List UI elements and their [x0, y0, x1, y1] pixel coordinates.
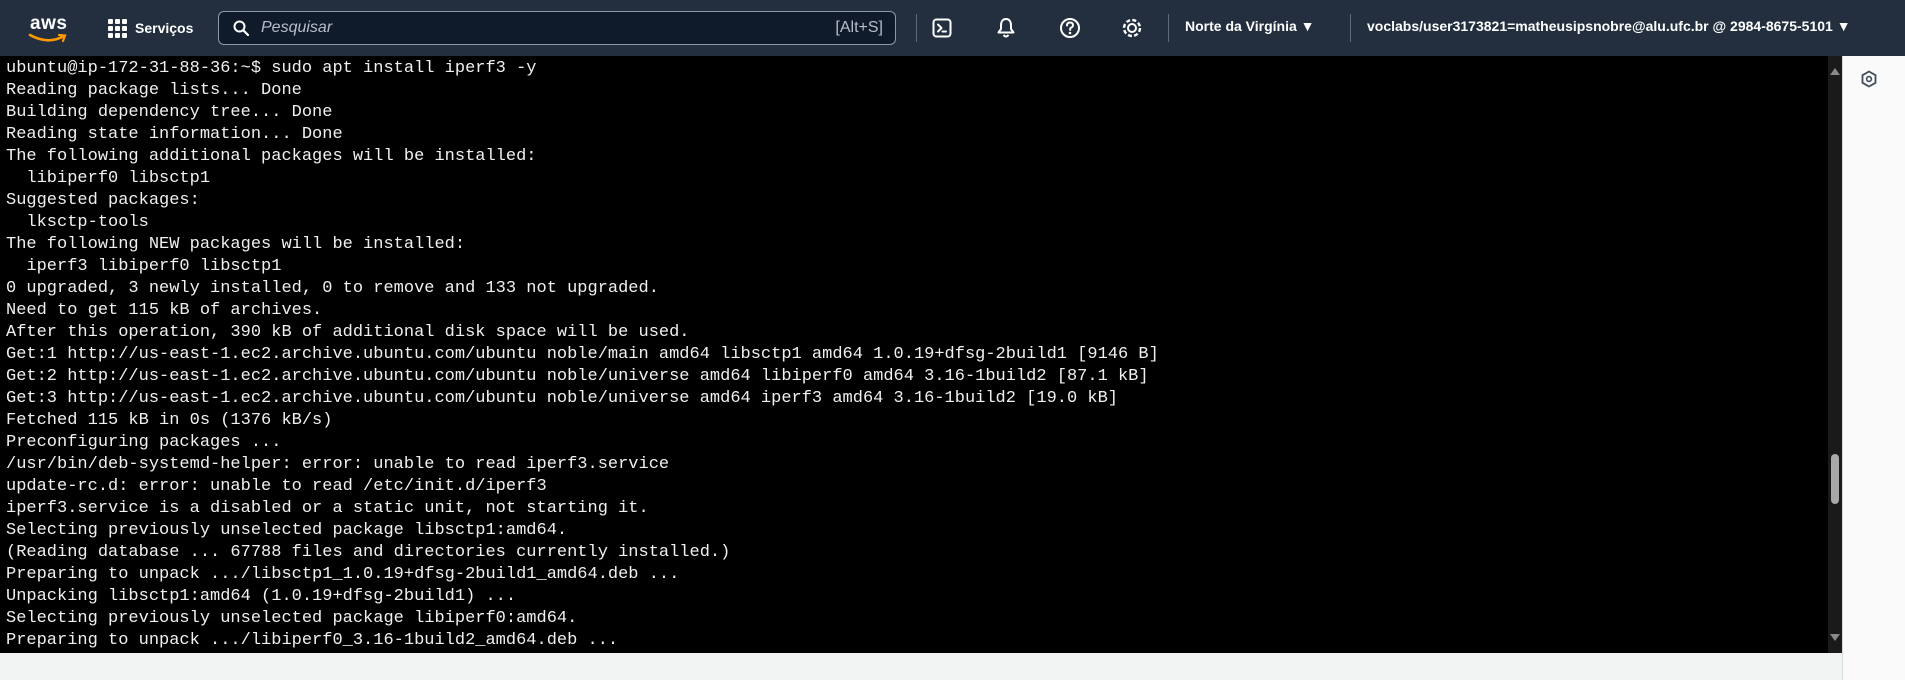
region-selector[interactable]: Norte da Virgínia ▼	[1185, 18, 1315, 34]
terminal-line: /usr/bin/deb-systemd-helper: error: unab…	[6, 455, 670, 474]
side-panel	[1842, 56, 1905, 680]
terminal-line: update-rc.d: error: unable to read /etc/…	[6, 477, 547, 496]
terminal-line: Get:2 http://us-east-1.ec2.archive.ubunt…	[6, 367, 1149, 386]
search-icon	[233, 20, 249, 36]
terminal-line: iperf3.service is a disabled or a static…	[6, 499, 649, 518]
terminal-line: lksctp-tools	[26, 213, 149, 232]
terminal-line: Preparing to unpack .../libsctp1_1.0.19+…	[6, 565, 680, 584]
terminal-line: Unpacking libsctp1:amd64 (1.0.19+dfsg-2b…	[6, 587, 517, 606]
nav-divider	[916, 14, 917, 42]
scrollbar-thumb[interactable]	[1831, 453, 1839, 504]
nav-divider	[1168, 14, 1169, 42]
top-navigation-bar: aws Serviços [Alt+S]	[0, 0, 1905, 56]
search-bar[interactable]: [Alt+S]	[218, 11, 896, 45]
terminal-line: ubuntu@ip-172-31-88-36:~$ sudo apt insta…	[6, 59, 537, 78]
terminal-line: Preconfiguring packages ...	[6, 433, 282, 452]
bell-icon[interactable]	[992, 14, 1020, 42]
services-menu-button[interactable]: Serviços	[108, 14, 193, 42]
help-icon[interactable]	[1056, 14, 1084, 42]
account-menu[interactable]: voclabs/user3173821=matheusipsnobre@alu.…	[1367, 18, 1851, 34]
terminal-line: Get:3 http://us-east-1.ec2.archive.ubunt…	[6, 389, 1118, 408]
terminal-line: libiperf0 libsctp1	[26, 169, 211, 188]
scroll-down-icon[interactable]	[1830, 634, 1840, 641]
search-shortcut-hint: [Alt+S]	[835, 19, 883, 36]
terminal-line: Preparing to unpack .../libiperf0_3.16-1…	[6, 631, 619, 650]
nav-divider	[1350, 14, 1351, 42]
terminal-line: Selecting previously unselected package …	[6, 521, 568, 540]
terminal-line: 0 upgraded, 3 newly installed, 0 to remo…	[6, 279, 659, 298]
terminal-scrollbar[interactable]	[1828, 56, 1842, 653]
terminal-line: Building dependency tree... Done	[6, 103, 333, 122]
terminal-line: Selecting previously unselected package …	[6, 609, 578, 628]
hexagon-settings-icon[interactable]	[1860, 70, 1878, 88]
cloudshell-icon[interactable]	[928, 14, 956, 42]
terminal-window[interactable]: ubuntu@ip-172-31-88-36:~$ sudo apt insta…	[0, 56, 1842, 653]
terminal-line: The following additional packages will b…	[6, 147, 537, 166]
bottom-strip	[0, 653, 1842, 680]
aws-logo[interactable]: aws	[24, 11, 74, 45]
terminal-line: After this operation, 390 kB of addition…	[6, 323, 690, 342]
scroll-up-icon[interactable]	[1830, 68, 1840, 75]
aws-logo-text: aws	[30, 13, 68, 34]
terminal-line: Get:1 http://us-east-1.ec2.archive.ubunt…	[6, 345, 1159, 364]
terminal-line: Fetched 115 kB in 0s (1376 kB/s)	[6, 411, 333, 430]
terminal-line: The following NEW packages will be insta…	[6, 235, 466, 254]
terminal-line: Suggested packages:	[6, 191, 200, 210]
terminal-line: Reading state information... Done	[6, 125, 343, 144]
terminal-output: ubuntu@ip-172-31-88-36:~$ sudo apt insta…	[6, 58, 1159, 652]
terminal-line: Reading package lists... Done	[6, 81, 302, 100]
terminal-line: (Reading database ... 67788 files and di…	[6, 543, 731, 562]
grid-menu-icon	[108, 18, 127, 38]
aws-smile-icon	[28, 33, 67, 43]
services-label: Serviços	[135, 20, 194, 36]
terminal-line: Need to get 115 kB of archives.	[6, 301, 323, 320]
search-input[interactable]	[259, 18, 836, 38]
terminal-line: iperf3 libiperf0 libsctp1	[26, 257, 282, 276]
settings-icon[interactable]	[1118, 14, 1146, 42]
